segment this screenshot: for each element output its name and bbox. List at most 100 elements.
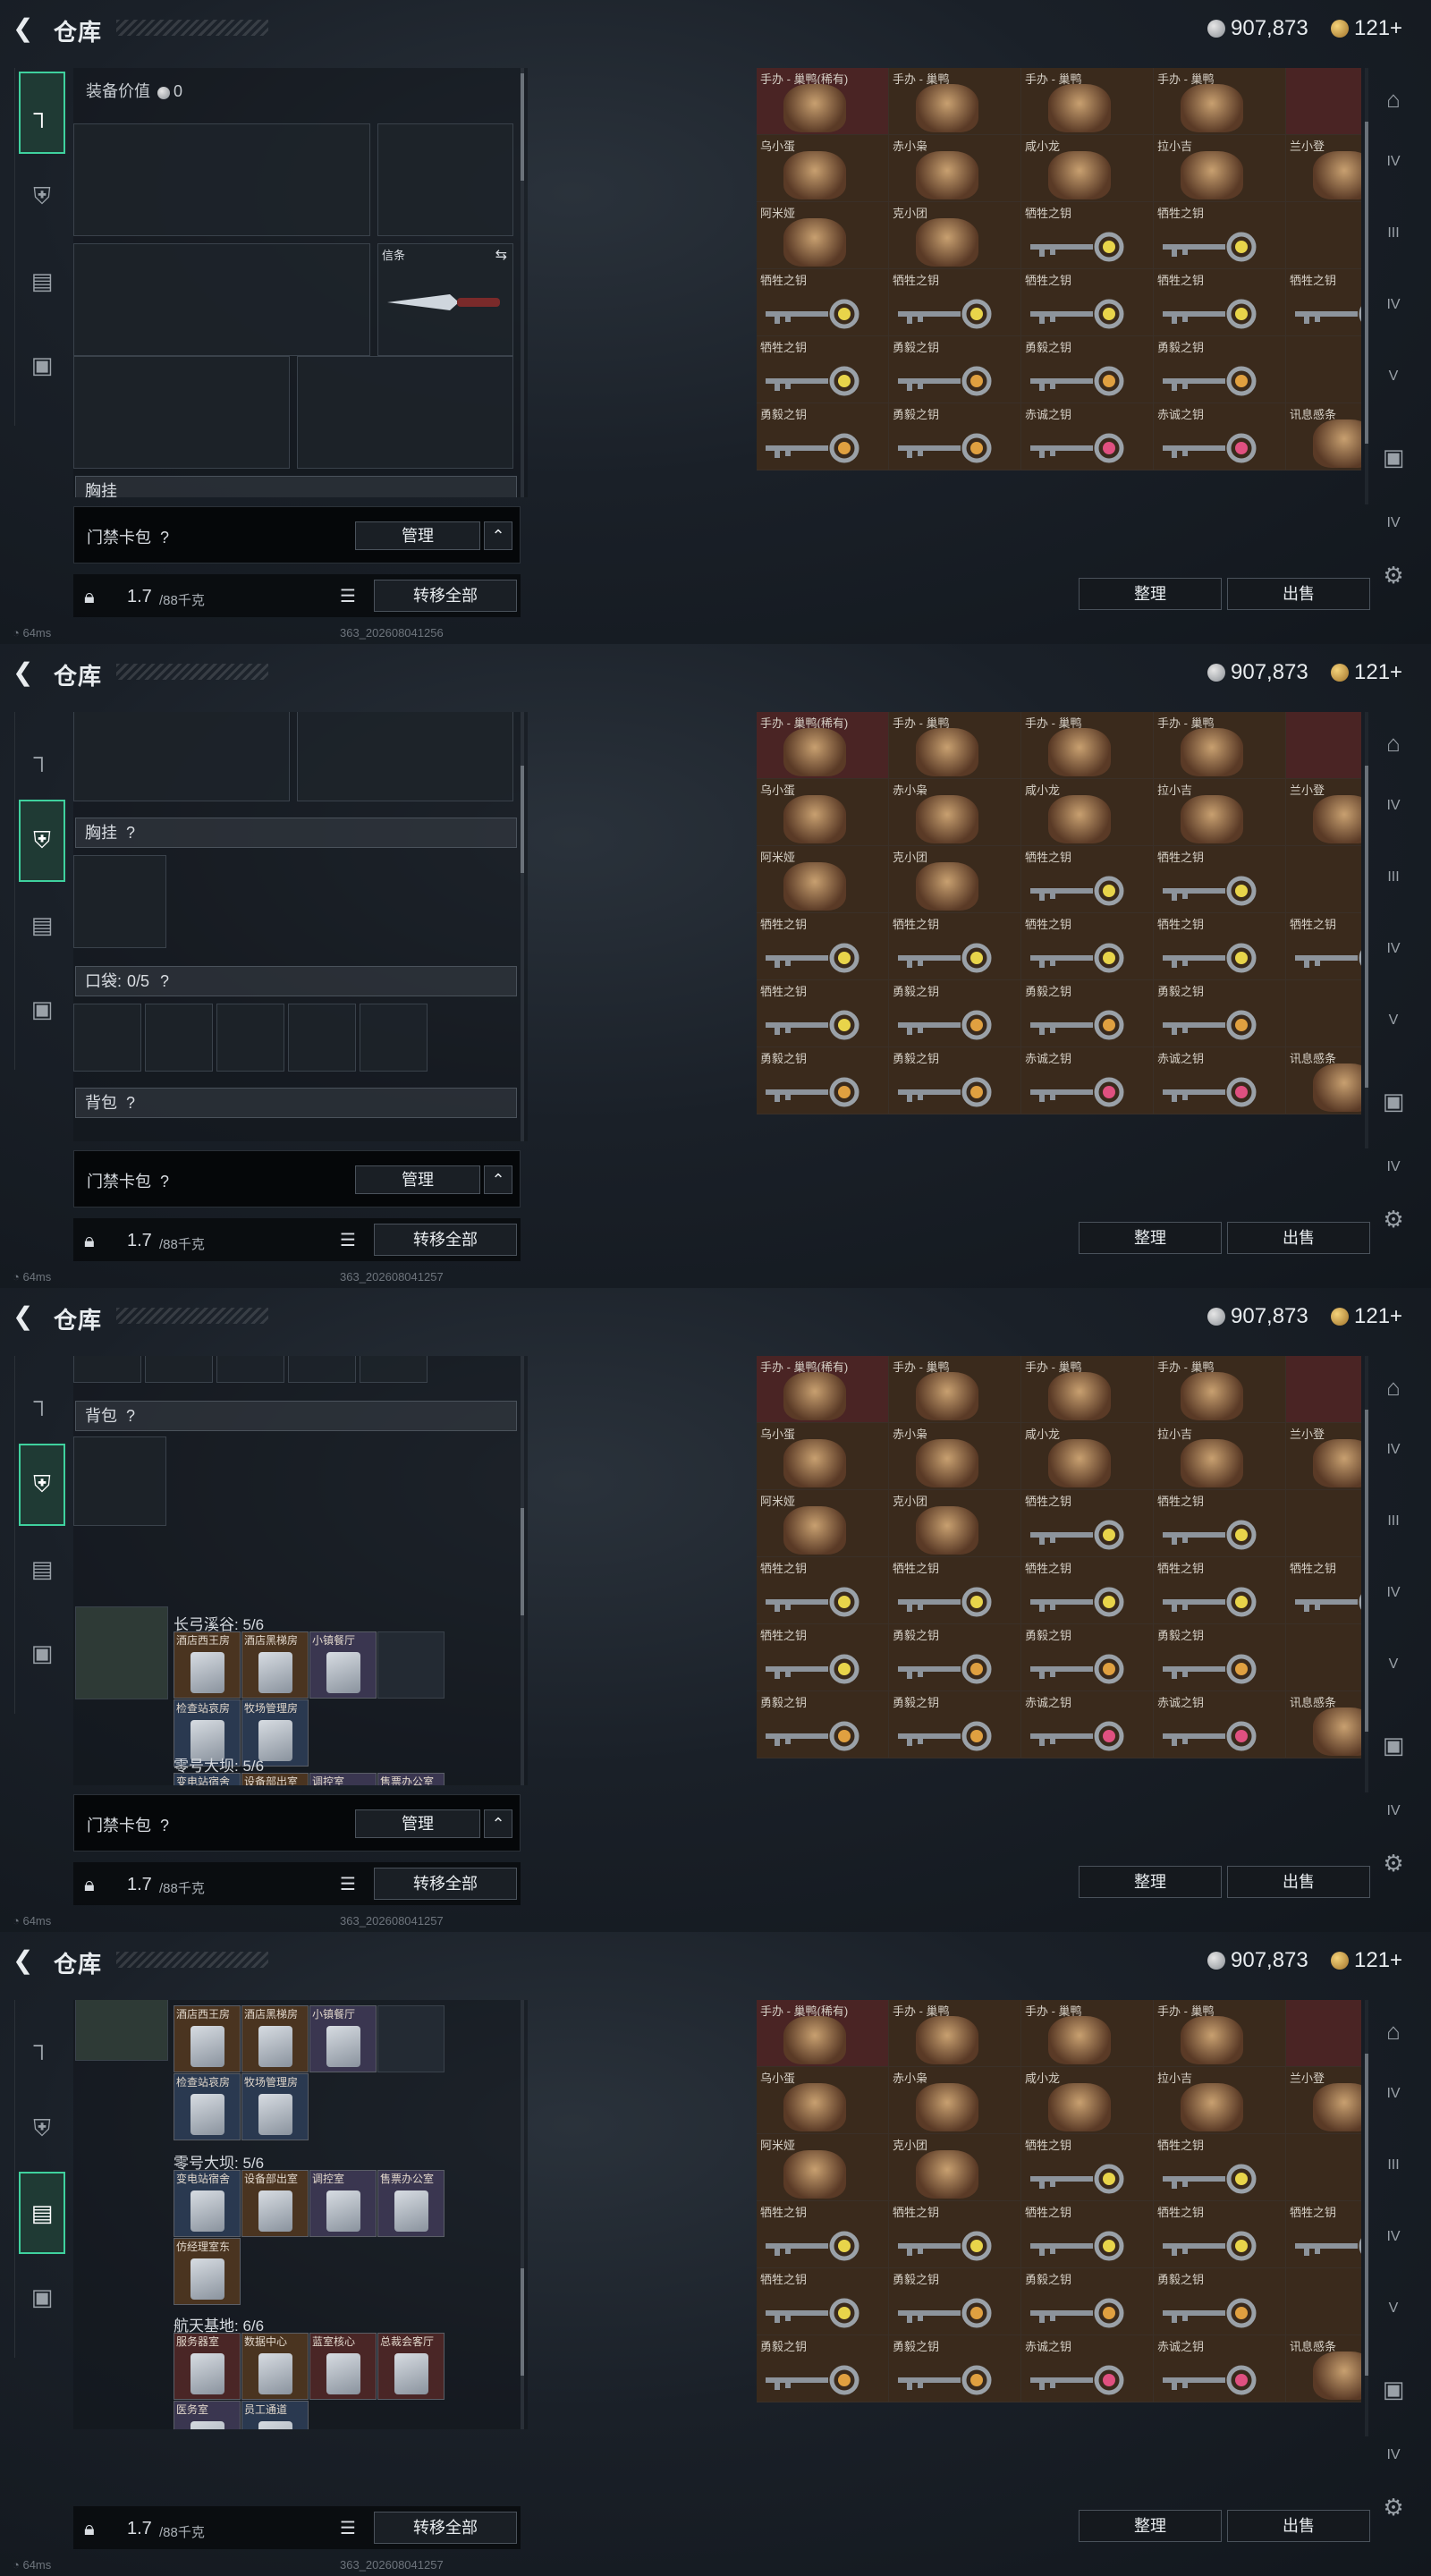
- pocket-slot[interactable]: [73, 1004, 141, 1072]
- card-pack-slot[interactable]: [75, 2000, 168, 2061]
- storage-iv-icon[interactable]: IV: [1376, 798, 1411, 834]
- melee-slot[interactable]: 信条 ⇆: [377, 243, 513, 356]
- storage-cell[interactable]: 勇毅之钥: [889, 336, 1021, 403]
- storage-scroll-thumb[interactable]: [1365, 122, 1368, 444]
- storage-cell[interactable]: 乌小蛋: [757, 2067, 889, 2134]
- storage-cell[interactable]: 兰小登: [1286, 1423, 1361, 1490]
- storage-cell[interactable]: 拉小吉: [1154, 135, 1286, 202]
- sell-button[interactable]: 出售: [1227, 1866, 1370, 1898]
- storage-iv2-icon[interactable]: IV: [1376, 297, 1411, 333]
- storage-cell[interactable]: 牺牲之钥: [757, 1624, 889, 1691]
- tab-bag[interactable]: ▣: [19, 968, 65, 1050]
- storage-cell[interactable]: 赤诚之钥: [1154, 1691, 1286, 1758]
- tab-cards[interactable]: ▤: [19, 1528, 65, 1610]
- access-card[interactable]: 小镇餐厅: [309, 2005, 377, 2072]
- camera-icon[interactable]: ▣: [1376, 2376, 1411, 2411]
- storage-cell[interactable]: 勇毅之钥: [889, 2335, 1021, 2402]
- storage-cell[interactable]: 克小团: [889, 2134, 1021, 2201]
- storage-cell[interactable]: [1286, 846, 1361, 913]
- storage-cell[interactable]: 赤诚之钥: [1021, 403, 1154, 470]
- sort-button[interactable]: 整理: [1079, 1222, 1222, 1254]
- armor-slot[interactable]: [297, 712, 513, 801]
- storage-scrollbar[interactable]: [1365, 2000, 1368, 2436]
- backpack-slot[interactable]: [73, 1436, 166, 1526]
- storage-cell[interactable]: 手办 - 巢鸭: [1154, 68, 1286, 135]
- back-arrow-icon[interactable]: ❮: [13, 660, 38, 685]
- storage-cell[interactable]: 牺牲之钥: [757, 913, 889, 980]
- storage-cell[interactable]: 勇毅之钥: [889, 2268, 1021, 2335]
- access-card[interactable]: 检查站哀房: [174, 2073, 241, 2140]
- storage-cell[interactable]: 手办 - 巢鸭: [889, 1356, 1021, 1423]
- list-icon[interactable]: ☰: [340, 1873, 356, 1895]
- sell-button[interactable]: 出售: [1227, 578, 1370, 610]
- equipment-scrollbar[interactable]: [521, 2000, 524, 2429]
- storage-iv2-icon[interactable]: IV: [1376, 941, 1411, 977]
- manage-button[interactable]: 管理: [355, 521, 480, 550]
- storage-cell[interactable]: 手办 - 巢鸭: [1021, 1356, 1154, 1423]
- storage-cell[interactable]: 咸小龙: [1021, 2067, 1154, 2134]
- scroll-thumb[interactable]: [521, 73, 524, 181]
- pocket-slot[interactable]: [360, 1004, 428, 1072]
- storage-cell[interactable]: 手办 - 巢鸭(稀有): [757, 1356, 889, 1423]
- storage-cell[interactable]: 牺牲之钥: [1286, 1557, 1361, 1624]
- access-card[interactable]: 变电站宿舍: [174, 2170, 241, 2237]
- storage-cell[interactable]: 咸小龙: [1021, 1423, 1154, 1490]
- access-card[interactable]: 总裁会客厅: [377, 2333, 445, 2400]
- access-card[interactable]: 员工通道: [241, 2401, 309, 2429]
- access-card[interactable]: 变电站宿舍: [174, 1773, 241, 1785]
- storage-cell[interactable]: 牺牲之钥: [757, 2268, 889, 2335]
- warehouse-icon[interactable]: ⌂: [1376, 86, 1411, 122]
- storage-cell[interactable]: 乌小蛋: [757, 1423, 889, 1490]
- storage-v-icon[interactable]: V: [1376, 2301, 1411, 2336]
- lock-icon[interactable]: 🔒︎: [84, 2517, 95, 2540]
- storage-cell[interactable]: 牺牲之钥: [757, 269, 889, 336]
- storage-cell[interactable]: 兰小登: [1286, 135, 1361, 202]
- storage-cell[interactable]: 手办 - 巢鸭: [889, 712, 1021, 779]
- access-card[interactable]: 蓝室核心: [309, 2333, 377, 2400]
- storage-iv2-icon[interactable]: IV: [1376, 1585, 1411, 1621]
- storage-cell[interactable]: 勇毅之钥: [1154, 336, 1286, 403]
- storage-cell[interactable]: 勇毅之钥: [1021, 1624, 1154, 1691]
- scroll-thumb[interactable]: [521, 766, 524, 873]
- storage-cell[interactable]: 牺牲之钥: [889, 913, 1021, 980]
- transfer-all-button[interactable]: 转移全部: [374, 2512, 517, 2544]
- storage-cell[interactable]: [1286, 2000, 1361, 2067]
- storage-cell[interactable]: 牺牲之钥: [757, 336, 889, 403]
- tab-cards[interactable]: ▤: [19, 240, 65, 322]
- list-icon[interactable]: ☰: [340, 2517, 356, 2539]
- storage-cell[interactable]: 牺牲之钥: [1021, 2134, 1154, 2201]
- storage-cell[interactable]: [1286, 712, 1361, 779]
- storage-scroll-thumb[interactable]: [1365, 1410, 1368, 1732]
- access-card[interactable]: 售票办公室: [377, 1773, 445, 1785]
- storage-cell[interactable]: 牺牲之钥: [1154, 2134, 1286, 2201]
- storage-cell[interactable]: 牺牲之钥: [757, 980, 889, 1047]
- storage-cell[interactable]: 勇毅之钥: [889, 403, 1021, 470]
- storage-cell[interactable]: 手办 - 巢鸭: [1154, 2000, 1286, 2067]
- storage-cell[interactable]: 手办 - 巢鸭: [1021, 712, 1154, 779]
- gold-currency[interactable]: 121+: [1331, 16, 1402, 41]
- storage-cell[interactable]: 牺牲之钥: [757, 1557, 889, 1624]
- storage-iv3-icon[interactable]: IV: [1376, 1803, 1411, 1839]
- list-icon[interactable]: ☰: [340, 1229, 356, 1251]
- storage-cell[interactable]: [1286, 1356, 1361, 1423]
- tab-cards[interactable]: ▤: [19, 2172, 65, 2254]
- storage-cell[interactable]: 勇毅之钥: [1021, 2268, 1154, 2335]
- storage-iv3-icon[interactable]: IV: [1376, 2447, 1411, 2483]
- storage-cell[interactable]: 牺牲之钥: [1154, 202, 1286, 269]
- storage-v-icon[interactable]: V: [1376, 369, 1411, 404]
- warehouse-icon[interactable]: ⌂: [1376, 2018, 1411, 2054]
- storage-cell[interactable]: [1286, 2134, 1361, 2201]
- access-card[interactable]: 牧场管理房: [241, 2073, 309, 2140]
- storage-cell[interactable]: 阿米娅: [757, 202, 889, 269]
- equipment-scrollbar[interactable]: [521, 712, 524, 1141]
- back-arrow-icon[interactable]: ❮: [13, 16, 38, 41]
- storage-cell[interactable]: 克小团: [889, 1490, 1021, 1557]
- storage-cell[interactable]: 牺牲之钥: [1021, 913, 1154, 980]
- pocket-slot[interactable]: [288, 1004, 356, 1072]
- access-card[interactable]: [377, 1631, 445, 1699]
- transfer-all-button[interactable]: 转移全部: [374, 1868, 517, 1900]
- pocket-slot[interactable]: [145, 1356, 213, 1383]
- storage-cell[interactable]: 讯息感条: [1286, 403, 1361, 470]
- scroll-thumb[interactable]: [521, 1508, 524, 1615]
- storage-cell[interactable]: 赤诚之钥: [1154, 403, 1286, 470]
